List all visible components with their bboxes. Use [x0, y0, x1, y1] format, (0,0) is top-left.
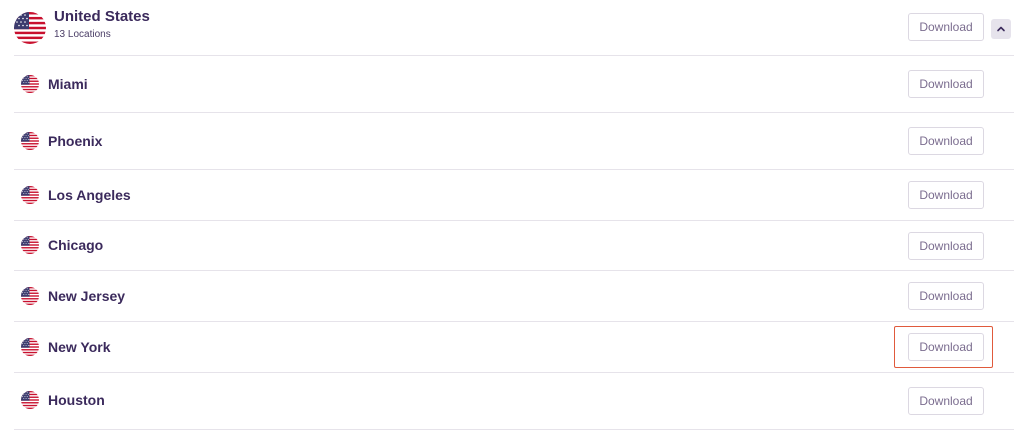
- location-row-new-york[interactable]: New York Download: [14, 322, 1014, 373]
- download-button-new-jersey[interactable]: Download: [908, 282, 984, 310]
- location-count: 13 Locations: [54, 29, 111, 40]
- location-row-miami[interactable]: Miami Download: [14, 56, 1014, 113]
- location-name: Houston: [48, 392, 105, 408]
- location-row-new-jersey[interactable]: New Jersey Download: [14, 271, 1014, 322]
- location-name: New York: [48, 339, 111, 355]
- location-name: Phoenix: [48, 133, 103, 149]
- location-name: Miami: [48, 76, 88, 92]
- location-name: New Jersey: [48, 288, 126, 304]
- us-flag-icon: [21, 75, 39, 93]
- location-row-chicago[interactable]: Chicago Download: [14, 221, 1014, 271]
- download-button-united-states[interactable]: Download: [908, 13, 984, 41]
- collapse-button[interactable]: [991, 19, 1011, 39]
- us-flag-icon: [21, 186, 39, 204]
- download-button-chicago[interactable]: Download: [908, 232, 984, 260]
- us-flag-icon: [21, 391, 39, 409]
- country-row-united-states[interactable]: United States 13 Locations Download: [14, 0, 1014, 56]
- us-flag-icon: [21, 236, 39, 254]
- location-row-los-angeles[interactable]: Los Angeles Download: [14, 170, 1014, 221]
- location-name: Chicago: [48, 237, 104, 253]
- download-button-new-york[interactable]: Download: [908, 333, 984, 361]
- us-flag-icon: [21, 287, 39, 305]
- download-button-phoenix[interactable]: Download: [908, 127, 984, 155]
- download-button-los-angeles[interactable]: Download: [908, 181, 984, 209]
- location-list: United States 13 Locations Download Miam…: [0, 0, 1024, 433]
- location-name: Los Angeles: [48, 187, 131, 203]
- download-button-houston[interactable]: Download: [908, 387, 984, 415]
- download-button-miami[interactable]: Download: [908, 70, 984, 98]
- location-row-houston[interactable]: Houston Download: [14, 373, 1014, 430]
- chevron-up-icon: [997, 26, 1005, 32]
- country-name: United States: [54, 8, 150, 25]
- us-flag-icon: [14, 12, 46, 44]
- location-row-phoenix[interactable]: Phoenix Download: [14, 113, 1014, 170]
- us-flag-icon: [21, 132, 39, 150]
- us-flag-icon: [21, 338, 39, 356]
